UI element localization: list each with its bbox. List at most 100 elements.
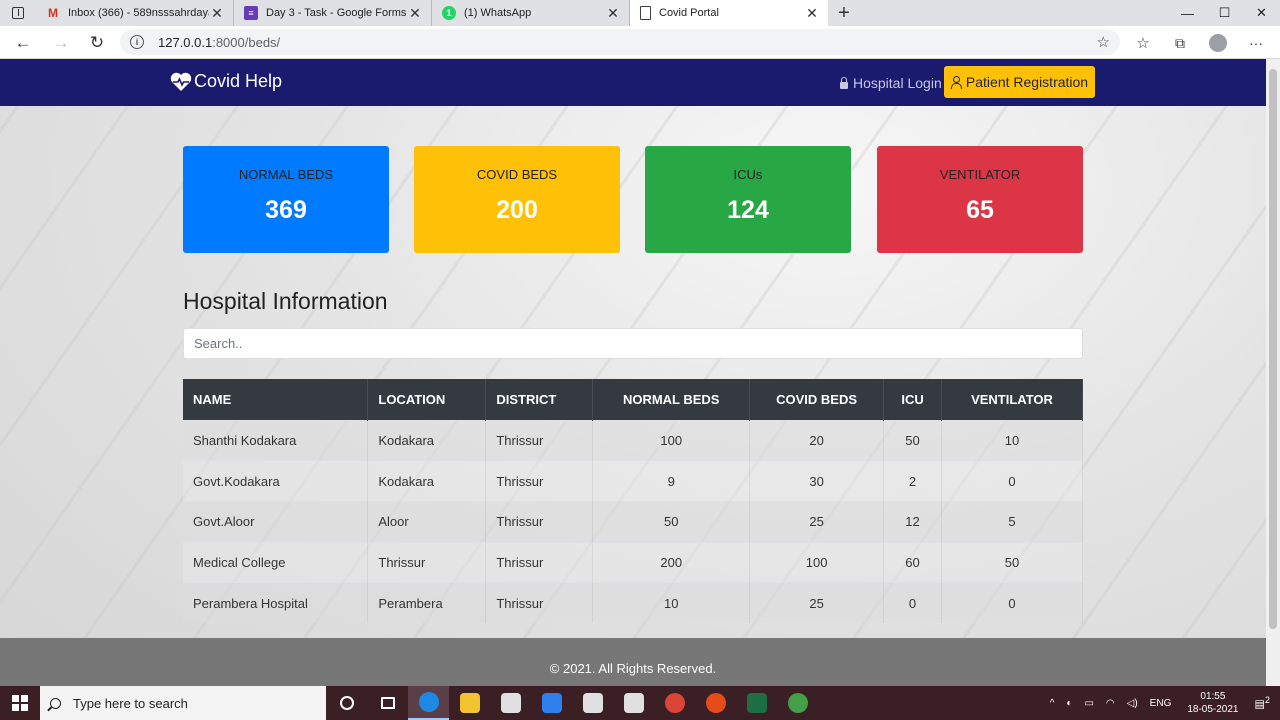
copyright-text: © 2021. All Rights Reserved.: [549, 660, 717, 676]
file-explorer-icon[interactable]: [449, 686, 490, 720]
close-tab-icon[interactable]: ✕: [407, 5, 423, 22]
user-icon: [950, 76, 962, 89]
table-cell: 9: [592, 460, 751, 502]
stat-value: 124: [727, 196, 769, 224]
close-tab-icon[interactable]: ✕: [804, 5, 820, 22]
table-cell: Kodakara: [367, 419, 487, 461]
window-controls: — ☐ ✕: [1169, 0, 1280, 26]
windows-logo-icon: [12, 695, 28, 711]
close-tab-icon[interactable]: ✕: [209, 5, 225, 22]
chrome-icon[interactable]: [654, 686, 695, 720]
network-icon[interactable]: ◐: [1066, 698, 1072, 709]
site-info-icon[interactable]: i: [130, 35, 144, 49]
show-hidden-icons-icon[interactable]: ^: [1050, 698, 1055, 709]
table-row: Perambera Hospital Perambera Thrissur 10 25 0…: [183, 582, 1083, 624]
browser-tab[interactable]: ≡ Day 3 - Task - Google Forms ✕: [234, 0, 432, 26]
close-window-button[interactable]: ✕: [1243, 0, 1280, 26]
table-cell: 0: [941, 582, 1083, 624]
taskbar-search-box[interactable]: Type here to search: [40, 686, 326, 720]
search-input[interactable]: [183, 328, 1083, 359]
column-header-icu[interactable]: ICU: [883, 379, 943, 420]
store-icon[interactable]: [490, 686, 531, 720]
table-cell: 50: [592, 500, 751, 543]
settings-menu-icon[interactable]: ···: [1243, 30, 1269, 56]
column-header-normal-beds[interactable]: NORMAL BEDS: [592, 379, 751, 420]
edge-icon-glyph: [418, 692, 439, 712]
browser-tab[interactable]: Covid Portal ✕: [630, 0, 828, 26]
excel-icon[interactable]: [736, 686, 777, 720]
notifications-icon[interactable]: ▤2: [1255, 695, 1271, 711]
table-cell: Thrissur: [367, 541, 487, 583]
column-header-name[interactable]: NAME: [183, 379, 369, 420]
search-icon: [50, 697, 61, 709]
tab-actions-menu-icon[interactable]: [0, 0, 36, 26]
hospital-information-heading: Hospital Information: [183, 288, 388, 314]
table-cell: Shanthi Kodakara: [183, 419, 369, 461]
tab-title: Covid Portal: [659, 7, 719, 19]
column-header-district[interactable]: DISTRICT: [485, 379, 594, 420]
notification-count: 2: [1264, 695, 1270, 706]
dropbox-icon[interactable]: [572, 686, 613, 720]
table-cell: 20: [749, 419, 885, 461]
windows-taskbar: Type here to search ^ ◐ ▭ ◠ ◁) ENG 01:55…: [0, 686, 1280, 720]
camera-app-icon[interactable]: [695, 686, 736, 720]
url-field[interactable]: i 127.0.0.1:8000/beds/ ☆: [120, 29, 1120, 55]
volume-icon[interactable]: ◁): [1127, 698, 1138, 709]
browser-tab[interactable]: 1 (1) WhatsApp ✕: [432, 0, 630, 26]
maximize-button[interactable]: ☐: [1206, 0, 1243, 26]
stat-value: 65: [966, 196, 994, 224]
browser-tab-bar: MInbox (366) - 589nsssahrdaya@s✕≡Day 3 -…: [0, 0, 1280, 26]
new-tab-button[interactable]: +: [828, 0, 860, 26]
profile-icon[interactable]: [1205, 30, 1231, 56]
patient-registration-button[interactable]: Patient Registration: [944, 66, 1095, 98]
brand-name: Covid Help: [194, 71, 283, 91]
start-button[interactable]: [0, 686, 40, 720]
cortana-icon[interactable]: [326, 686, 367, 720]
favorites-icon[interactable]: ☆: [1130, 30, 1156, 56]
back-arrow-icon[interactable]: ←: [10, 30, 36, 56]
stat-label: NORMAL BEDS: [238, 167, 334, 182]
edge-icon[interactable]: [408, 686, 449, 720]
column-header-location[interactable]: LOCATION: [367, 379, 487, 420]
green-app-icon[interactable]: [777, 686, 818, 720]
table-cell: Thrissur: [485, 541, 594, 583]
minimize-button[interactable]: —: [1169, 0, 1206, 26]
brand-link[interactable]: Covid Help: [170, 71, 282, 92]
table-cell: 10: [941, 419, 1083, 461]
page-scrollbar[interactable]: [1266, 59, 1280, 686]
table-row: Govt.Aloor Aloor Thrissur 50 25 12 5: [183, 500, 1083, 543]
refresh-icon[interactable]: ↻: [84, 30, 110, 56]
taskbar-search-placeholder: Type here to search: [73, 695, 188, 711]
collections-icon[interactable]: ⧉: [1167, 30, 1193, 56]
table-cell: 0: [941, 460, 1083, 502]
dropbox-icon-glyph: [582, 693, 603, 713]
table-cell: Thrissur: [485, 582, 594, 624]
bolt-app-icon-glyph: [623, 693, 644, 713]
cortana-icon-glyph: [339, 696, 354, 710]
add-favorite-icon[interactable]: ☆: [1097, 33, 1110, 51]
table-cell: 100: [749, 541, 885, 583]
table-cell: 12: [883, 500, 943, 543]
camera-app-icon-glyph: [705, 693, 726, 713]
clock[interactable]: 01:55 18-05-2021: [1187, 690, 1238, 716]
table-cell: 25: [749, 500, 885, 543]
battery-icon[interactable]: ▭: [1084, 698, 1093, 709]
task-view-icon[interactable]: [367, 686, 408, 720]
column-header-covid-beds[interactable]: COVID BEDS: [749, 379, 885, 420]
stat-card-covid-beds: COVID BEDS 200: [414, 146, 620, 253]
clock-date: 18-05-2021: [1187, 704, 1239, 715]
wifi-icon[interactable]: ◠: [1106, 698, 1115, 709]
url-host: 127.0.0.1: [158, 34, 213, 50]
table-cell: Thrissur: [485, 460, 594, 502]
bolt-app-icon[interactable]: [613, 686, 654, 720]
close-tab-icon[interactable]: ✕: [605, 5, 621, 22]
forms-icon: ≡: [244, 6, 258, 20]
stat-label: ICUs: [733, 167, 763, 182]
mail-icon[interactable]: [531, 686, 572, 720]
scrollbar-thumb[interactable]: [1269, 69, 1277, 629]
hospital-login-link[interactable]: Hospital Login: [840, 75, 942, 91]
forward-arrow-icon[interactable]: →: [48, 30, 74, 56]
language-indicator[interactable]: ENG: [1150, 698, 1172, 709]
column-header-ventilator[interactable]: VENTILATOR: [941, 379, 1083, 420]
browser-tab[interactable]: M Inbox (366) - 589nsssahrdaya@s✕: [36, 0, 234, 26]
